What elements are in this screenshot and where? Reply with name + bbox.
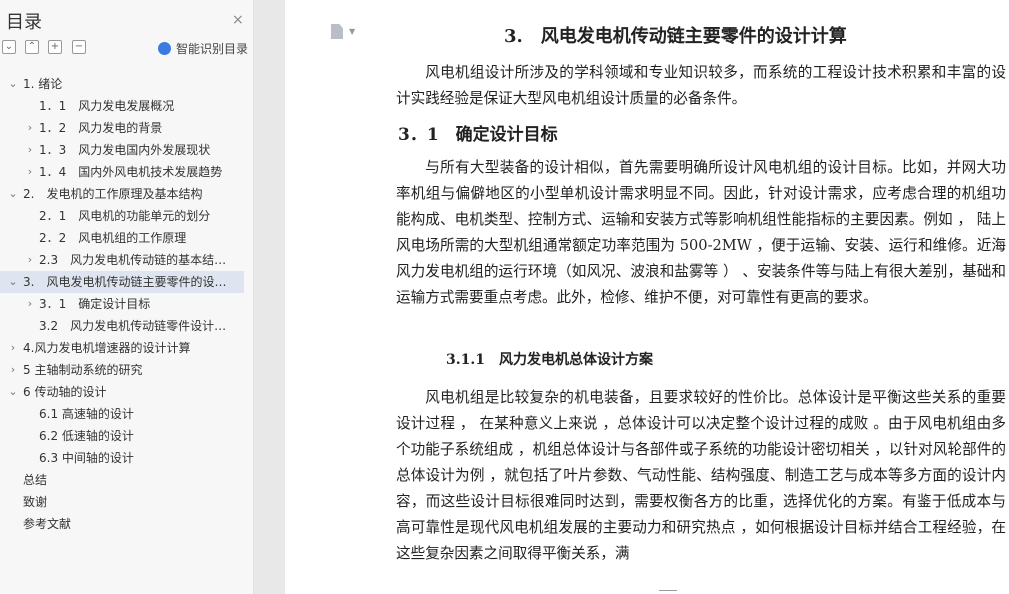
chevron-down-icon[interactable]: ⌄ [7,183,19,205]
toc-item-label: 3. 风电发电机传动链主要零件的设计... [23,275,230,289]
toc-item-label: 2．1 风电机的功能单元的划分 [39,209,211,223]
toc-item-label: 6.2 低速轴的设计 [39,429,134,443]
toc-item[interactable]: 总结 [0,469,254,491]
close-icon[interactable]: × [232,12,244,28]
chevron-right-icon[interactable]: › [24,249,36,271]
toc-item-label: 5 主轴制动系统的研究 [23,363,143,377]
toc-item-label: 参考文献 [23,517,72,531]
toc-item[interactable]: 2．2 风电机组的工作原理 [0,227,254,249]
sidebar-title: 目录 [6,12,42,33]
toc-item[interactable]: ⌄ 1. 绪论 [0,73,254,95]
toc-item-label: 1．2 风力发电的背景 [39,121,163,135]
toc-item[interactable]: 6.3 中间轴的设计 [0,447,254,469]
toc-item[interactable]: 3.2 风力发电机传动链零件设计方... [0,315,254,337]
toc-tree: ⌄ 1. 绪论 1．1 风力发电发展概况 › 1．2 风力发电的背景 › 1．3 风力发电国… [0,73,254,535]
chevron-down-icon[interactable]: ⌄ [7,381,19,403]
paragraph: 与所有大型装备的设计相似，首先需要明确所设计风电机组的设计目标。比如，并网大功率… [396,159,1006,306]
toc-item[interactable]: 6.2 低速轴的设计 [0,425,254,447]
chevron-right-icon[interactable]: › [7,337,19,359]
heading-level-3: 3.1.1 风力发电机总体设计方案 [446,352,653,368]
toc-item[interactable]: ⌄ 2. 发电机的工作原理及基本结构 [0,183,254,205]
document-page[interactable]: ▼ 3. 风电发电机传动链主要零件的设计计算 风电机组设计所涉及的学科领域和专业… [285,0,1009,594]
chevron-down-icon[interactable]: ⌄ [7,73,19,95]
toc-item-label: 2．2 风电机组的工作原理 [39,231,187,245]
chevron-right-icon[interactable]: › [24,293,36,315]
toc-item[interactable]: 2．1 风电机的功能单元的划分 [0,205,254,227]
toc-item-label: 4.风力发电机增速器的设计计算 [23,341,191,355]
toc-item[interactable]: › 1．4 国内外风电机技术发展趋势 [0,161,254,183]
smart-recognize-icon [158,42,171,55]
toc-item-label: 2.3 风力发电机传动链的基本结构... [39,253,230,267]
collapse-all-icon[interactable]: ⌄ [2,40,16,54]
chevron-right-icon[interactable]: › [7,359,19,381]
toc-item-label: 1. 绪论 [23,77,63,91]
chevron-right-icon[interactable]: › [24,161,36,183]
toc-item[interactable]: › 1．3 风力发电国内外发展现状 [0,139,254,161]
toc-item-label: 1．4 国内外风电机技术发展趋势 [39,165,223,179]
heading-level-2: 3．1 确定设计目标 [398,125,558,145]
page-gutter [254,0,284,594]
document-icon[interactable] [331,24,343,39]
smart-toc-button[interactable]: 智能识别目录 [158,40,248,57]
chevron-down-icon[interactable]: ⌄ [7,271,19,293]
toc-item-label: 6.1 高速轴的设计 [39,407,134,421]
toc-item[interactable]: › 2.3 风力发电机传动链的基本结构... [0,249,254,271]
paragraph: 风电机组是比较复杂的机电装备，且要求较好的性价比。总体设计是平衡这些关系的重要设… [396,389,1006,562]
toc-item-label: 1．1 风力发电发展概况 [39,99,175,113]
toc-item-label: 总结 [23,473,48,487]
chevron-right-icon[interactable]: › [24,117,36,139]
toc-item[interactable]: ⌄ 6 传动轴的设计 [0,381,254,403]
toc-item[interactable]: 1．1 风力发电发展概况 [0,95,254,117]
smart-toc-label: 智能识别目录 [176,42,249,56]
sidebar-toolbar: ⌄ ⌃ + − 智能识别目录 [0,40,254,58]
toc-item[interactable]: › 1．2 风力发电的背景 [0,117,254,139]
paragraph: 风电机组设计所涉及的学科领域和专业知识较多，而系统的工程设计技术积累和丰富的设计… [396,64,1006,107]
toc-item-label: 3.2 风力发电机传动链零件设计方... [39,319,230,333]
toc-item-label: 致谢 [23,495,48,509]
toc-item-label: 6.3 中间轴的设计 [39,451,134,465]
toc-item[interactable]: › 3．1 确定设计目标 [0,293,254,315]
toc-item-label: 6 传动轴的设计 [23,385,107,399]
toc-item-label: 2. 发电机的工作原理及基本结构 [23,187,203,201]
sidebar-scrollbar[interactable] [246,70,252,590]
toc-item-label: 1．3 风力发电国内外发展现状 [39,143,211,157]
toc-item[interactable]: 致谢 [0,491,254,513]
page-marker [659,590,677,591]
add-icon[interactable]: + [48,40,62,54]
remove-icon[interactable]: − [72,40,86,54]
toc-item[interactable]: 参考文献 [0,513,254,535]
toc-item[interactable]: › 5 主轴制动系统的研究 [0,359,254,381]
toc-sidebar: 目录 × ⌄ ⌃ + − 智能识别目录 ⌄ 1. 绪论 1．1 风力发电发展概况 › 1… [0,0,254,594]
chevron-down-icon[interactable]: ▼ [349,27,355,36]
heading-level-1: 3. 风电发电机传动链主要零件的设计计算 [504,26,847,47]
toc-item[interactable]: ⌄ 3. 风电发电机传动链主要零件的设计... [0,271,244,293]
toc-item-label: 3．1 确定设计目标 [39,297,151,311]
expand-up-icon[interactable]: ⌃ [25,40,39,54]
toc-item[interactable]: 6.1 高速轴的设计 [0,403,254,425]
chevron-right-icon[interactable]: › [24,139,36,161]
toc-item[interactable]: › 4.风力发电机增速器的设计计算 [0,337,254,359]
